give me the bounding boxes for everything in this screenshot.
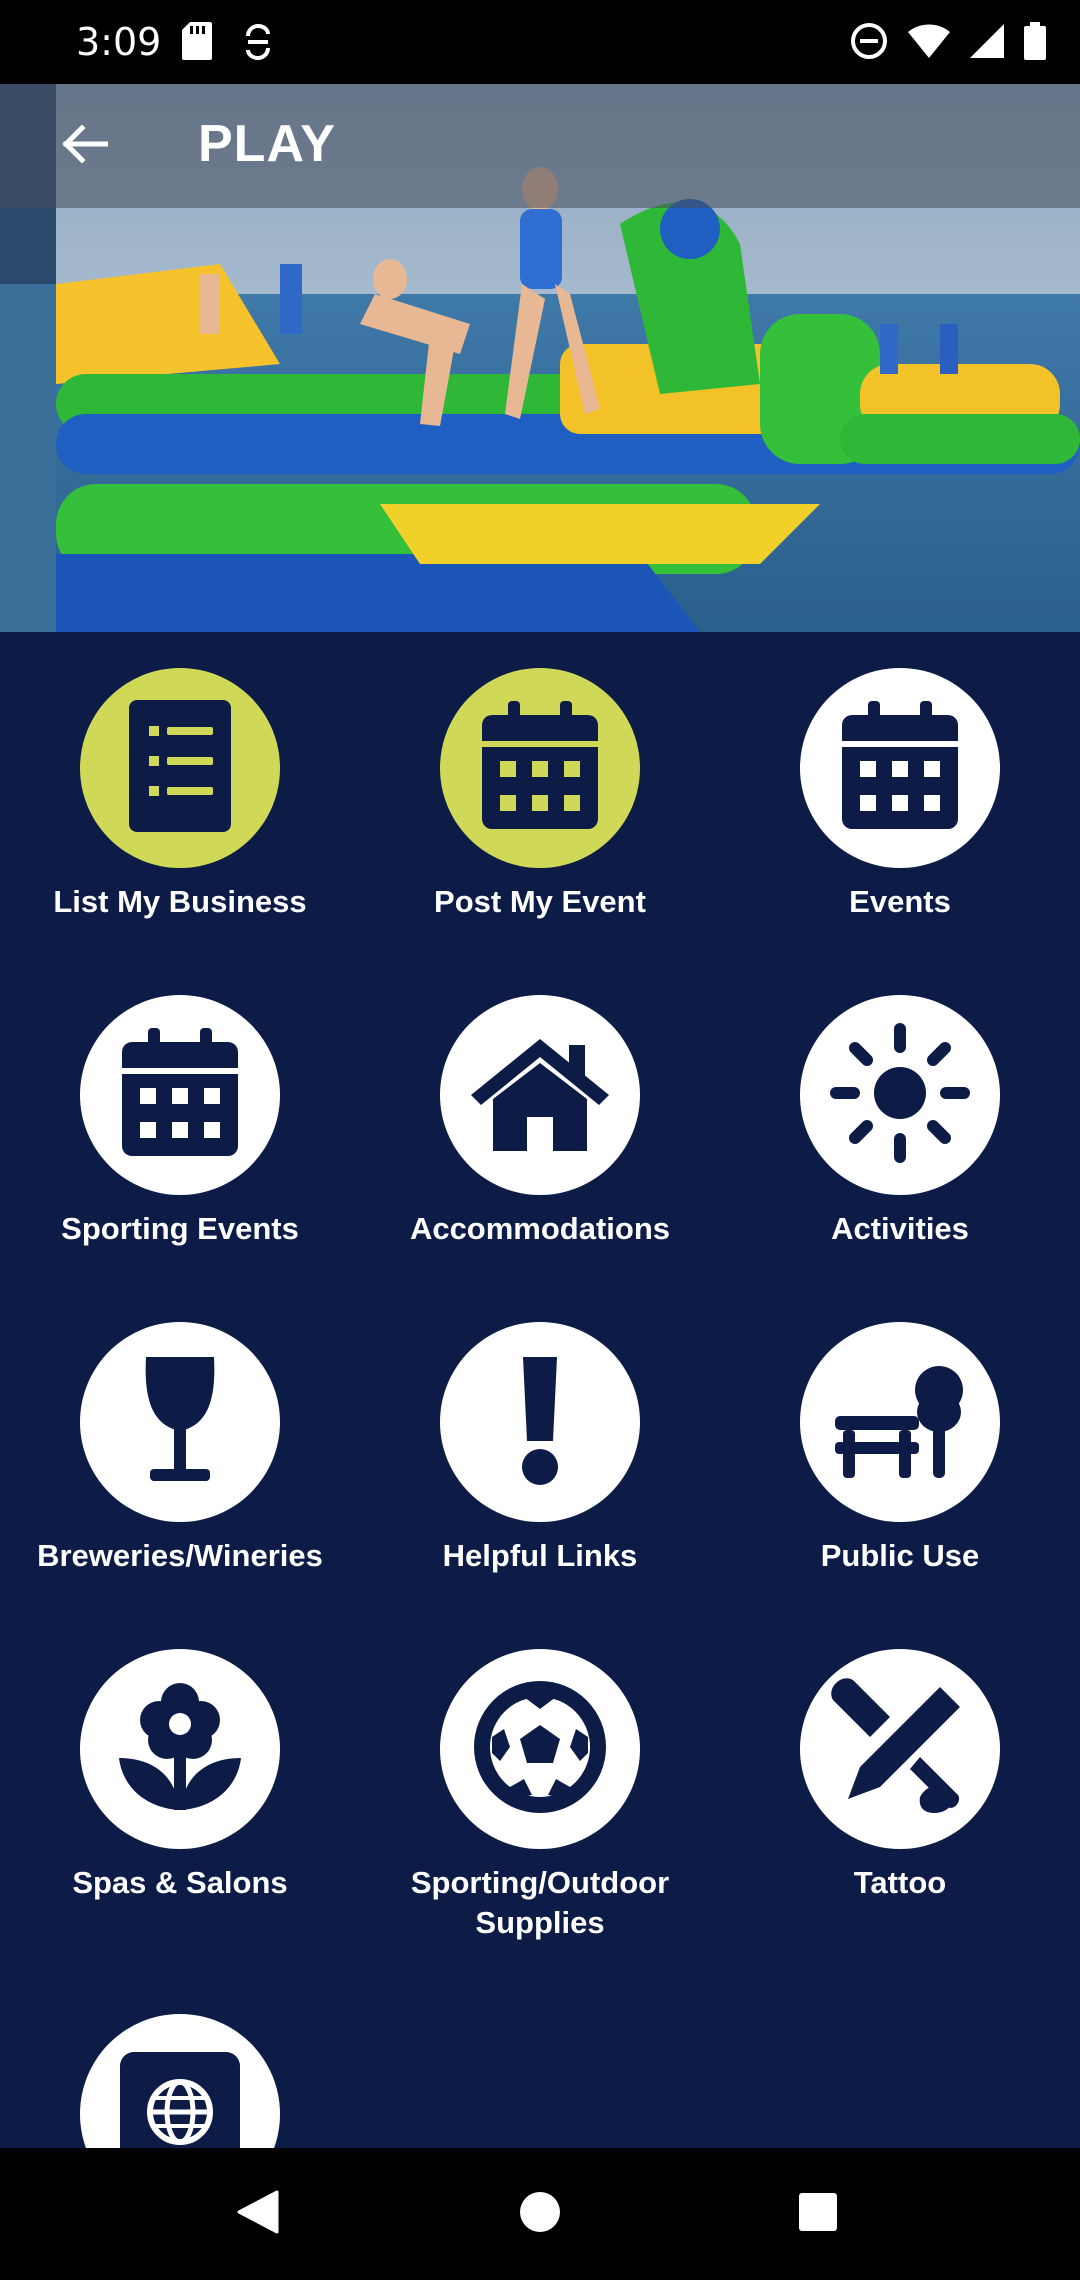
soccer-ball-icon (470, 1677, 610, 1822)
sd-card-icon (182, 22, 212, 67)
category-label: Public Use (820, 1538, 980, 1573)
nav-back-button[interactable] (218, 2178, 298, 2250)
category-label: Spas & Salons (72, 1865, 288, 1900)
category-label: Helpful Links (442, 1538, 638, 1573)
category-spas-salons[interactable]: Spas & Salons (0, 1649, 360, 1903)
category-label: List My Business (53, 884, 307, 919)
category-events[interactable]: Events (720, 668, 1080, 922)
category-sporting-outdoor-supplies[interactable]: Sporting/Outdoor Supplies (360, 1649, 720, 1943)
flower-icon (115, 1682, 245, 1817)
battery-icon (1024, 22, 1046, 65)
back-triangle-icon (237, 2190, 279, 2239)
nav-recents-button[interactable] (778, 2178, 858, 2250)
category-activities[interactable]: Activities (720, 995, 1080, 1249)
category-accommodations[interactable]: Accommodations (360, 995, 720, 1249)
pencil-brush-icon (830, 1677, 970, 1822)
back-button[interactable] (44, 106, 124, 186)
category-helpful-links[interactable]: Helpful Links (360, 1322, 720, 1576)
category-label: Post My Event (434, 884, 646, 919)
category-label: Tattoo (853, 1865, 947, 1900)
category-label: Activities (831, 1211, 969, 1246)
house-icon (465, 1033, 615, 1158)
system-nav-bar (0, 2148, 1080, 2280)
category-circle (800, 668, 1000, 868)
category-list-my-business[interactable]: List My Business (0, 668, 360, 922)
category-label: Sporting/Outdoor Supplies (410, 1865, 670, 1940)
signal-icon (970, 24, 1004, 63)
sun-icon (830, 1022, 970, 1168)
category-label: Accommodations (409, 1211, 671, 1246)
page-title: PLAY (198, 115, 336, 173)
exclamation-icon (515, 1353, 565, 1492)
category-label: Events (849, 884, 951, 919)
app-bar: PLAY (0, 84, 1080, 208)
status-time: 3:09 (76, 20, 162, 64)
category-circle (440, 995, 640, 1195)
do-not-disturb-icon (850, 22, 888, 65)
home-circle-icon (518, 2190, 562, 2239)
category-circle (80, 995, 280, 1195)
calendar-icon (480, 700, 600, 836)
category-breweries-wineries[interactable]: Breweries/Wineries (0, 1322, 360, 1576)
category-circle (800, 1322, 1000, 1522)
category-public-use[interactable]: Public Use (720, 1322, 1080, 1576)
category-label: Breweries/Wineries (37, 1538, 323, 1573)
category-sporting-events[interactable]: Sporting Events (0, 995, 360, 1249)
category-label: Sporting Events (61, 1211, 299, 1246)
wifi-icon (908, 24, 950, 63)
status-bar: 3:09 (0, 0, 1080, 84)
wine-glass-icon (140, 1355, 220, 1490)
nav-home-button[interactable] (500, 2178, 580, 2250)
category-post-my-event[interactable]: Post My Event (360, 668, 720, 922)
category-circle (80, 1649, 280, 1849)
category-circle (440, 1322, 640, 1522)
recents-square-icon (797, 2191, 839, 2238)
calendar-icon (840, 700, 960, 836)
arrow-left-icon (60, 123, 109, 169)
category-circle (440, 668, 640, 868)
sync-icon (242, 22, 274, 67)
category-circle (80, 1322, 280, 1522)
list-icon (125, 696, 235, 841)
category-circle (80, 668, 280, 868)
calendar-icon (120, 1027, 240, 1163)
category-tattoo[interactable]: Tattoo (720, 1649, 1080, 1903)
category-circle (440, 1649, 640, 1849)
category-circle (800, 1649, 1000, 1849)
bench-tree-icon (835, 1360, 965, 1485)
category-circle (800, 995, 1000, 1195)
